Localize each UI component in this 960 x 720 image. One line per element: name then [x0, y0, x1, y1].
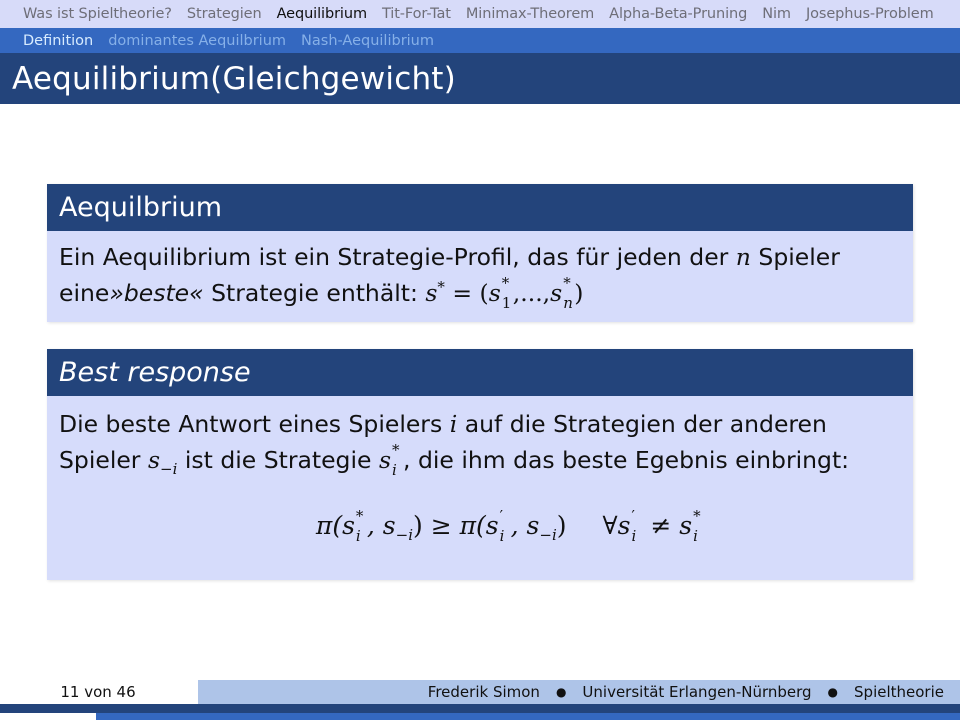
- math-sub: −i: [395, 526, 414, 544]
- math-var: s: [425, 279, 438, 307]
- nav-section-tit-for-tat[interactable]: Tit-For-Tat: [382, 6, 451, 22]
- math-var: n: [735, 243, 751, 271]
- section-navigation: Was ist Spieltheorie? Strategien Aequili…: [0, 0, 960, 28]
- subsection-navigation: Definition dominantes Aequilbrium Nash-A…: [0, 28, 960, 53]
- math-supsub: * i: [692, 509, 704, 544]
- emphasis-text: »beste«: [109, 279, 204, 307]
- footer-info: Frederik Simon ● Universität Erlangen-Nü…: [198, 680, 960, 704]
- math-op: = (: [444, 279, 489, 307]
- math-supsub: * n: [562, 276, 574, 311]
- math-relation: ≠ s: [642, 511, 693, 540]
- nav-section-strategien[interactable]: Strategien: [187, 6, 262, 22]
- math-sup: *: [392, 441, 400, 459]
- nav-subsection-definition[interactable]: Definition: [23, 33, 93, 49]
- nav-subsection-nash-aequilibrium[interactable]: Nash-Aequilibrium: [301, 33, 434, 49]
- bullet-separator-icon: ●: [555, 685, 567, 699]
- math-supsub: ′ i: [630, 509, 642, 544]
- math-relation: ≥: [422, 511, 460, 540]
- text: Spieler: [59, 446, 148, 474]
- math-sup: ′: [499, 507, 504, 525]
- math-sub: i: [355, 527, 361, 545]
- math-var: s: [550, 279, 563, 307]
- footer-topic: Spieltheorie: [854, 683, 944, 701]
- block-text-line: Spieler s−i ist die Strategie s * i, die i…: [59, 442, 901, 478]
- block-header: Best response: [47, 349, 913, 396]
- definition-block-best-response: Best response Die beste Antwort eines Sp…: [47, 349, 913, 580]
- text: Die beste Antwort eines Spielers: [59, 410, 450, 438]
- bullet-separator-icon: ●: [827, 685, 839, 699]
- math-op: ): [574, 279, 584, 307]
- footer-institution: Universität Erlangen-Nürnberg: [582, 683, 812, 701]
- math-supsub: * i: [355, 509, 367, 544]
- math-sub: −i: [160, 460, 178, 478]
- math-sup: ′: [631, 507, 635, 525]
- math-var: s: [147, 446, 161, 474]
- math-sub: i: [631, 527, 637, 545]
- block-title: Aequilbrium: [59, 192, 223, 223]
- math-sup: *: [501, 274, 510, 292]
- nav-section-aequilibrium[interactable]: Aequilibrium: [277, 6, 367, 22]
- footer-bottom-right: [96, 713, 960, 720]
- footer-author: Frederik Simon: [427, 683, 540, 701]
- math-expr: π(s: [315, 511, 355, 540]
- text: , die ihm das beste Egebnis einbringt:: [403, 446, 850, 474]
- math-sub: i: [499, 527, 505, 545]
- math-var: s: [488, 279, 501, 307]
- math-sup: *: [693, 507, 701, 525]
- block-header: Aequilbrium: [47, 184, 913, 231]
- math-op: ,...,: [512, 279, 551, 307]
- math-expr: , s: [510, 511, 540, 540]
- block-text-line: eine»beste« Strategie enthält: s* = (s * 1…: [59, 275, 901, 311]
- math-expr: π(s: [459, 511, 499, 540]
- block-body: Die beste Antwort eines Spielers i auf d…: [47, 396, 913, 580]
- slide-title-bar: Aequilibrium(Gleichgewicht): [0, 53, 960, 104]
- nav-section-minimax-theorem[interactable]: Minimax-Theorem: [466, 6, 594, 22]
- definition-block-aequilibrium: Aequilbrium Ein Aequilibrium ist ein Str…: [47, 184, 913, 322]
- nav-subsection-dominantes-aequilbrium[interactable]: dominantes Aequilbrium: [108, 33, 286, 49]
- math-op: ): [556, 511, 567, 540]
- block-title: Best response: [59, 357, 251, 388]
- math-sub: n: [563, 294, 573, 312]
- math-sup: *: [355, 507, 364, 525]
- text: Ein Aequilibrium ist ein Strategie-Profi…: [59, 243, 736, 271]
- math-expr: , s: [366, 511, 396, 540]
- nav-section-josephus-problem[interactable]: Josephus-Problem: [806, 6, 934, 22]
- slide-title: Aequilibrium(Gleichgewicht): [12, 60, 456, 97]
- footer-bar: [0, 704, 960, 713]
- math-op: ): [413, 511, 423, 540]
- math-sup: *: [437, 278, 445, 296]
- block-body: Ein Aequilibrium ist ein Strategie-Profi…: [47, 231, 913, 322]
- math-quantifier: ∀s: [602, 511, 631, 540]
- nav-section-alpha-beta-pruning[interactable]: Alpha-Beta-Pruning: [609, 6, 747, 22]
- text: Spieler: [750, 243, 840, 271]
- math-var: s: [378, 446, 391, 474]
- math-supsub: * i: [391, 443, 403, 478]
- footer-bottom-left: [0, 713, 96, 720]
- block-text-line: Ein Aequilibrium ist ein Strategie-Profi…: [59, 239, 901, 275]
- math-sub: i: [392, 461, 397, 479]
- block-text-line: Die beste Antwort eines Spielers i auf d…: [59, 406, 901, 442]
- math-sup: *: [563, 274, 571, 292]
- page-number: 11 von 46: [60, 683, 136, 701]
- math-sub: 1: [501, 294, 512, 312]
- math-sub: −i: [539, 526, 557, 544]
- math-supsub: ′ i: [499, 509, 511, 544]
- best-response-formula: π(s * i, s−i) ≥ π(s ′ i, s−i) ∀s ′ i ≠ s * i: [59, 508, 901, 544]
- nav-section-was-ist-spieltheorie[interactable]: Was ist Spieltheorie?: [23, 6, 172, 22]
- math-supsub: * 1: [501, 276, 513, 311]
- footer-page-counter: 11 von 46: [0, 680, 198, 704]
- text: eine: [59, 279, 110, 307]
- text: auf die Strategien der anderen: [457, 410, 827, 438]
- text: ist die Strategie: [177, 446, 379, 474]
- math-sub: i: [693, 527, 698, 545]
- text: Strategie enthält:: [203, 279, 426, 307]
- nav-section-nim[interactable]: Nim: [762, 6, 791, 22]
